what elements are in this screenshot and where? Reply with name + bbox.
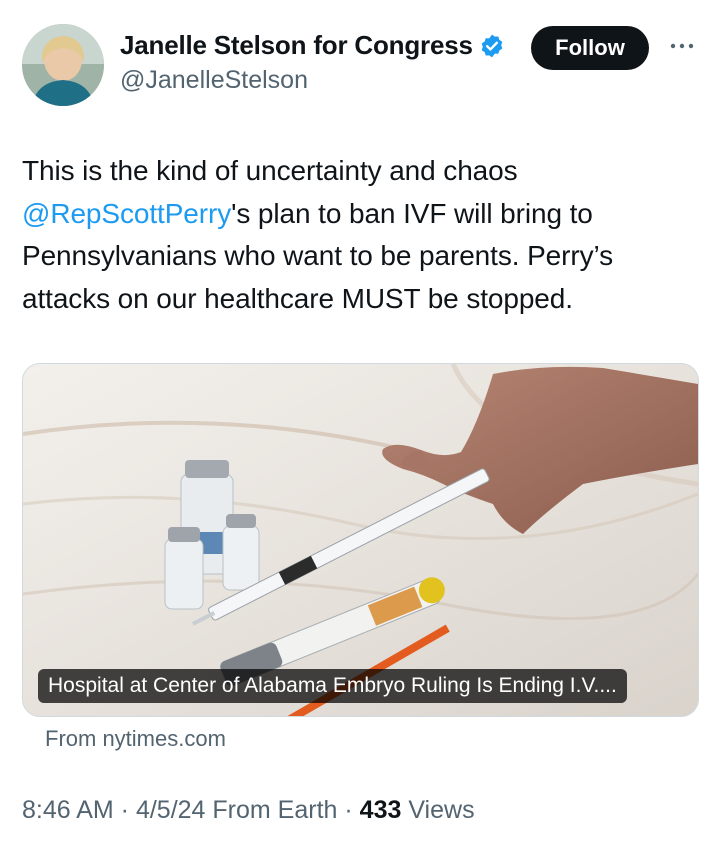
tweet-text: This is the kind of uncertainty and chao… [22,150,702,320]
link-card[interactable]: Hospital at Center of Alabama Embryo Rul… [22,363,699,717]
link-source[interactable]: From nytimes.com [45,726,226,752]
tweet-header: Janelle Stelson for Congress @JanelleSte… [0,0,720,120]
tweet-text-start: This is the kind of uncertainty and chao… [22,155,518,186]
more-horizontal-icon[interactable] [666,30,698,62]
tweet-meta: 8:46 AM · 4/5/24 From Earth · 433 Views [22,796,475,825]
views-label: Views [401,796,475,824]
avatar[interactable] [22,24,104,106]
follow-button[interactable]: Follow [531,26,649,70]
post-time[interactable]: 8:46 AM [22,796,114,824]
meta-separator: · [113,796,136,824]
post-client: From Earth [205,796,338,824]
meta-separator: · [337,796,360,824]
author-name[interactable]: Janelle Stelson for Congress [120,30,473,61]
mention-link[interactable]: @RepScottPerry [22,198,231,229]
author-handle[interactable]: @JanelleStelson [120,66,308,95]
views-count[interactable]: 433 [360,796,402,824]
card-headline[interactable]: Hospital at Center of Alabama Embryo Rul… [38,669,627,703]
post-date[interactable]: 4/5/24 [136,796,206,824]
article-photo [23,364,698,716]
author-name-row: Janelle Stelson for Congress [120,30,505,61]
verified-badge-icon [481,34,503,57]
